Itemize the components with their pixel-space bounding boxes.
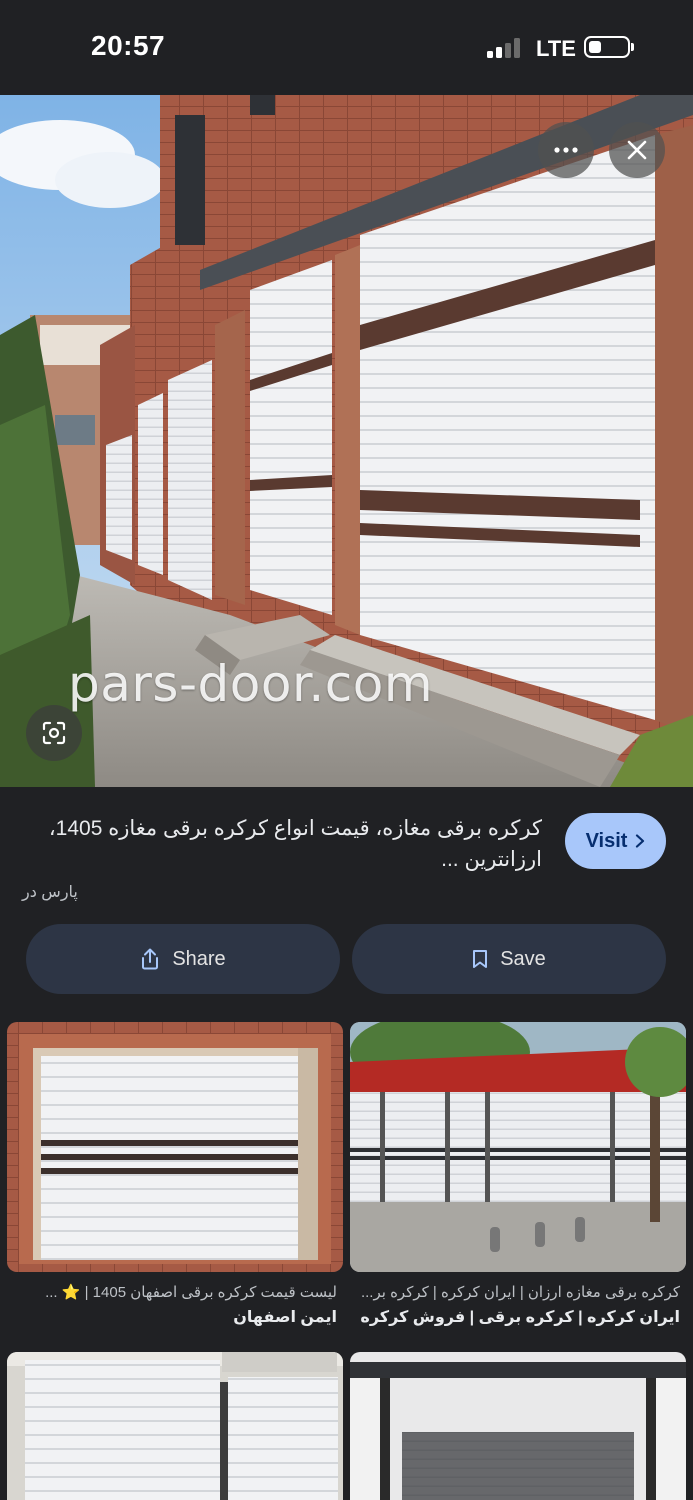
related-image-4[interactable]: [350, 1352, 686, 1500]
battery-tip: [631, 43, 634, 51]
share-label: Share: [172, 947, 226, 970]
close-button[interactable]: [609, 122, 665, 178]
related-thumbnail-4: [350, 1352, 686, 1500]
close-icon: [627, 140, 647, 160]
share-icon: [142, 948, 159, 970]
lens-search-button[interactable]: [26, 705, 82, 761]
lens-icon: [42, 721, 66, 745]
related-image-1[interactable]: [7, 1022, 343, 1272]
related-caption-1-title: لیست قیمت کرکره برقی اصفهان 1405 | ⭐ ...: [45, 1284, 337, 1301]
signal-icon: [487, 38, 525, 58]
related-caption-2-title: کرکره برقی مغازه ارزان | ایران کرکره | ک…: [360, 1284, 680, 1301]
share-button[interactable]: Share: [26, 924, 340, 994]
related-caption-1-source: ایمن اصفهان: [233, 1309, 337, 1326]
visit-label: Visit: [585, 829, 628, 852]
related-caption-2[interactable]: کرکره برقی مغازه ارزان | ایران کرکره | ک…: [355, 1283, 680, 1327]
result-title[interactable]: کرکره برقی مغازه، قیمت انواع کرکره برقی …: [22, 813, 542, 875]
battery-icon: [584, 36, 630, 58]
more-icon: [554, 147, 578, 153]
more-options-button[interactable]: [538, 122, 594, 178]
related-image-3[interactable]: [7, 1352, 343, 1500]
bookmark-icon: [473, 950, 488, 968]
related-thumbnail-2: [350, 1022, 686, 1272]
hero-image[interactable]: pars-door.com: [0, 95, 693, 787]
result-source: پارس در: [22, 884, 78, 901]
related-caption-1[interactable]: لیست قیمت کرکره برقی اصفهان 1405 | ⭐ ...…: [12, 1283, 337, 1327]
status-bar: 20:57 LTE: [0, 0, 693, 95]
chevron-right-icon: [636, 834, 645, 848]
save-button[interactable]: Save: [352, 924, 666, 994]
save-label: Save: [500, 947, 546, 970]
related-thumbnail-1: [7, 1022, 343, 1272]
related-thumbnail-3: [7, 1352, 343, 1500]
network-type: LTE: [536, 36, 576, 61]
related-caption-2-source: ایران کرکره | کرکره برقی | فروش کرکره بر…: [355, 1309, 680, 1326]
watermark: pars-door.com: [68, 655, 434, 713]
status-time: 20:57: [91, 30, 166, 61]
related-image-2[interactable]: [350, 1022, 686, 1272]
visit-button[interactable]: Visit: [565, 813, 666, 869]
